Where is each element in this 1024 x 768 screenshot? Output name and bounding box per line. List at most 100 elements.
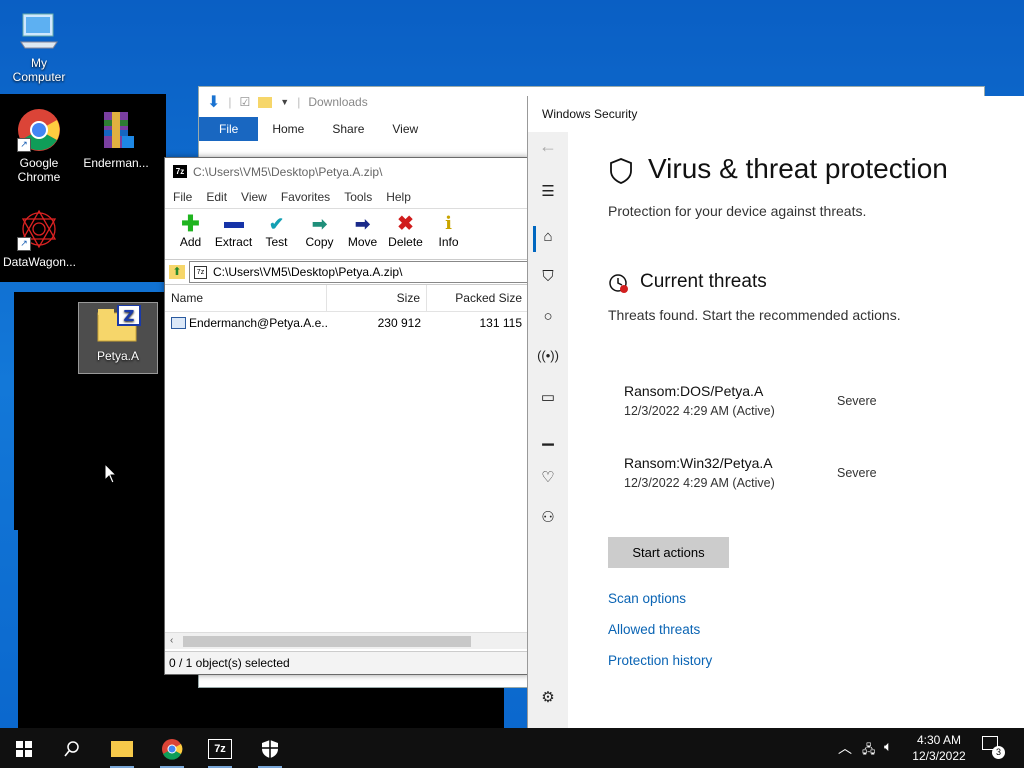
column-size[interactable]: Size	[327, 285, 427, 311]
page-title: Virus & threat protection	[648, 153, 948, 184]
minus-icon	[212, 213, 255, 235]
file-size: 230 912	[377, 316, 421, 330]
taskbar-clock[interactable]: 4:30 AM 12/3/2022	[904, 732, 974, 764]
device-security-icon[interactable]: ▁	[528, 428, 568, 446]
7zip-small-icon: 7z	[194, 265, 207, 279]
add-button[interactable]: ✚ Add	[169, 209, 212, 259]
file-row[interactable]: Endermanch@Petya.A.e... 230 912 131 115	[165, 312, 528, 334]
search-button[interactable]	[48, 728, 96, 768]
shield-outline-icon	[608, 157, 634, 188]
status-text: 0 / 1 object(s) selected	[169, 656, 290, 670]
windows-security-window[interactable]: Windows Security ← ☰ ⌂ ⛉ ○ ((•)) ▭ ▁ ♡ ⚇…	[527, 96, 1024, 728]
section-title: Current threats	[640, 271, 767, 292]
copy-arrow-icon: ➡	[311, 214, 328, 234]
move-arrow-icon: ➡	[354, 214, 371, 234]
menu-file[interactable]: File	[169, 186, 196, 208]
7zip-logo-icon: 7z	[173, 165, 187, 178]
tab-view[interactable]: View	[378, 117, 432, 141]
menu-tools[interactable]: Tools	[340, 186, 376, 208]
info-button[interactable]: i Info	[427, 209, 470, 259]
threat-time: 12/3/2022 4:29 AM (Active)	[624, 404, 775, 418]
copy-button[interactable]: ➡ Copy	[298, 209, 341, 259]
file-name: Endermanch@Petya.A.e...	[189, 316, 327, 330]
move-button[interactable]: ➡ Move	[341, 209, 384, 259]
settings-gear-icon[interactable]: ⚙	[528, 688, 568, 706]
protection-history-link[interactable]: Protection history	[608, 653, 712, 668]
threat-clock-icon	[608, 273, 630, 298]
back-arrow-icon[interactable]: ←	[528, 136, 568, 157]
shortcut-arrow-icon: ↗	[17, 138, 31, 152]
7zip-window[interactable]: 7z C:\Users\VM5\Desktop\Petya.A.zip\ Fil…	[164, 157, 529, 675]
file-list-header: Name Size Packed Size	[165, 285, 528, 312]
menu-help[interactable]: Help	[382, 186, 415, 208]
plus-icon: ✚	[181, 211, 200, 236]
up-folder-icon[interactable]: ⬆	[169, 265, 185, 279]
scroll-left-icon[interactable]: ‹	[170, 633, 173, 649]
scroll-thumb[interactable]	[183, 636, 471, 647]
volume-icon[interactable]: 🔈︎	[884, 738, 892, 755]
desktop-icon-enderman[interactable]: Enderman...	[80, 108, 152, 170]
desktop-icon-datawagon[interactable]: ↗ DataWagon...	[3, 207, 76, 269]
tab-file[interactable]: File	[199, 117, 259, 141]
exe-file-icon	[171, 317, 186, 329]
show-hidden-icons-chevron-icon[interactable]: ︿	[838, 738, 852, 758]
properties-icon[interactable]: ☑	[240, 95, 251, 109]
security-sidebar: ← ☰ ⌂ ⛉ ○ ((•)) ▭ ▁ ♡ ⚇ ⚙	[528, 132, 568, 728]
desktop-icon-label: Petya.A	[96, 349, 140, 363]
svg-text:Z: Z	[124, 307, 135, 325]
threat-time: 12/3/2022 4:29 AM (Active)	[624, 476, 775, 490]
network-icon[interactable]: ((•))	[528, 348, 568, 363]
taskbar-file-explorer[interactable]	[98, 728, 146, 768]
action-center-button[interactable]: 3	[982, 736, 1005, 759]
folder-icon[interactable]	[258, 96, 273, 108]
account-icon[interactable]: ○	[528, 308, 568, 325]
windows-logo-icon	[16, 740, 32, 757]
horizontal-scrollbar[interactable]: ‹	[165, 632, 528, 649]
menu-bar: File Edit View Favorites Tools Help	[165, 186, 528, 208]
start-actions-button[interactable]: Start actions	[608, 537, 729, 568]
menu-favorites[interactable]: Favorites	[277, 186, 334, 208]
path-input[interactable]: 7z C:\Users\VM5\Desktop\Petya.A.zip\	[189, 261, 528, 283]
family-icon[interactable]: ⚇	[528, 508, 568, 526]
scan-options-link[interactable]: Scan options	[608, 591, 686, 606]
window-title-bar[interactable]: 7z C:\Users\VM5\Desktop\Petya.A.zip\	[165, 158, 528, 186]
desktop-icon-petya[interactable]: Z Petya.A	[78, 302, 158, 374]
threat-name[interactable]: Ransom:Win32/Petya.A	[624, 455, 773, 471]
info-icon: i	[445, 213, 452, 234]
window-title: C:\Users\VM5\Desktop\Petya.A.zip\	[193, 165, 383, 179]
winrar-icon	[94, 108, 138, 152]
tab-home[interactable]: Home	[258, 117, 318, 141]
desktop-icon-label: DataWagon...	[3, 255, 76, 269]
tab-share[interactable]: Share	[318, 117, 378, 141]
hamburger-menu-icon[interactable]: ☰	[528, 182, 568, 200]
down-arrow-icon[interactable]: ⬇	[207, 92, 220, 112]
test-button[interactable]: ✔ Test	[255, 209, 298, 259]
menu-edit[interactable]: Edit	[202, 186, 231, 208]
chevron-down-icon[interactable]: ▼	[280, 97, 289, 107]
health-icon[interactable]: ♡	[528, 468, 568, 486]
taskbar: 7z ︿ 🖧 🔈︎ 4:30 AM 12/3/2022 3	[0, 728, 1024, 768]
menu-view[interactable]: View	[237, 186, 271, 208]
app-browser-icon[interactable]: ▭	[528, 388, 568, 406]
desktop-icon-my-computer[interactable]: My Computer	[3, 8, 75, 84]
start-button[interactable]	[0, 728, 48, 768]
taskbar-chrome[interactable]	[148, 728, 196, 768]
taskbar-7zip[interactable]: 7z	[196, 728, 244, 768]
shortcut-arrow-icon: ↗	[17, 237, 31, 251]
computer-icon	[17, 8, 61, 52]
network-icon[interactable]: 🖧	[862, 740, 875, 761]
extract-button[interactable]: Extract	[212, 209, 255, 259]
column-name[interactable]: Name	[165, 285, 327, 311]
search-icon	[64, 741, 79, 757]
home-icon[interactable]: ⌂	[528, 228, 568, 245]
desktop-icon-label: My Computer	[12, 56, 66, 84]
desktop-icon-chrome[interactable]: ↗ Google Chrome	[3, 108, 75, 184]
delete-button[interactable]: ✖ Delete	[384, 209, 427, 259]
column-packed-size[interactable]: Packed Size	[427, 285, 528, 311]
threat-name[interactable]: Ransom:DOS/Petya.A	[624, 383, 763, 399]
desktop-icon-label: Google Chrome	[17, 156, 61, 184]
window-title: Windows Security	[542, 107, 638, 121]
taskbar-windows-security[interactable]	[246, 728, 294, 768]
allowed-threats-link[interactable]: Allowed threats	[608, 622, 700, 637]
shield-icon[interactable]: ⛉	[528, 268, 568, 285]
